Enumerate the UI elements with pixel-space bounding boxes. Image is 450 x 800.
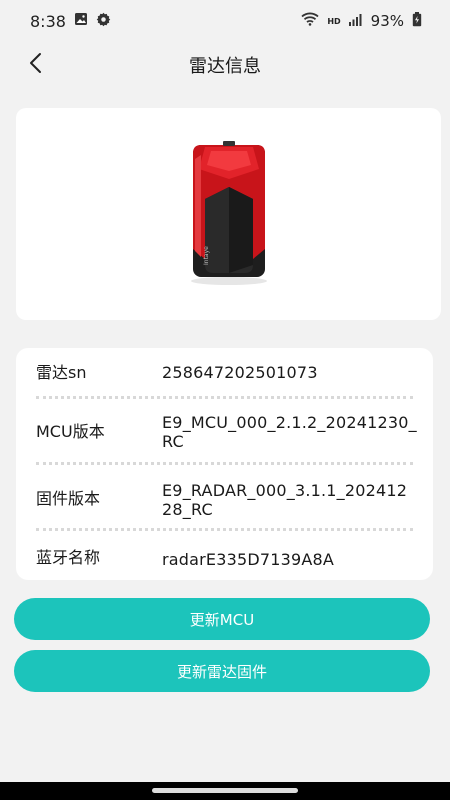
gallery-icon: [74, 12, 88, 30]
info-label-firmware-version: 固件版本: [36, 489, 101, 508]
wifi-icon: [301, 12, 319, 30]
info-label-mcu-version: MCU版本: [36, 422, 105, 441]
battery-charging-icon: [412, 11, 422, 31]
info-value-mcu-version: E9_MCU_000_2.1.2_20241230_RC: [162, 413, 417, 451]
info-value-sn: 258647202501073: [162, 363, 318, 382]
status-left: 8:38: [30, 12, 111, 31]
update-mcu-button[interactable]: 更新MCU: [14, 598, 430, 640]
header: 雷达信息: [0, 42, 450, 86]
network-hd-label: HD: [327, 16, 341, 26]
page-title: 雷达信息: [189, 56, 261, 77]
info-row-firmware-version: 固件版本 E9_RADAR_000_3.1.1_20241228_RC: [16, 464, 433, 530]
radar-info-card: 雷达sn 258647202501073 MCU版本 E9_MCU_000_2.…: [16, 348, 433, 580]
radar-device-image: Intaye: [190, 141, 267, 285]
info-value-bluetooth-name: radarE335D7139A8A: [162, 550, 335, 569]
battery-percent: 93%: [370, 12, 404, 30]
status-bar: 8:38 HD 93%: [0, 0, 450, 42]
update-radar-firmware-button[interactable]: 更新雷达固件: [14, 650, 430, 692]
info-row-bluetooth-name: 蓝牙名称 radarE335D7139A8A: [16, 530, 433, 580]
status-right: HD 93%: [301, 11, 422, 31]
status-time: 8:38: [30, 11, 66, 31]
info-row-sn: 雷达sn 258647202501073: [16, 348, 433, 398]
signal-icon: [348, 12, 363, 30]
info-row-mcu-version: MCU版本 E9_MCU_000_2.1.2_20241230_RC: [16, 398, 433, 464]
product-image-card: Intaye: [16, 108, 441, 320]
info-value-firmware-version: E9_RADAR_000_3.1.1_20241228_RC: [162, 481, 408, 519]
info-label-sn: 雷达sn: [36, 363, 87, 382]
home-indicator[interactable]: [152, 788, 298, 793]
info-label-bluetooth-name: 蓝牙名称: [36, 548, 101, 567]
product-brand-text: Intaye: [203, 246, 210, 265]
settings-gear-icon: [96, 12, 111, 31]
